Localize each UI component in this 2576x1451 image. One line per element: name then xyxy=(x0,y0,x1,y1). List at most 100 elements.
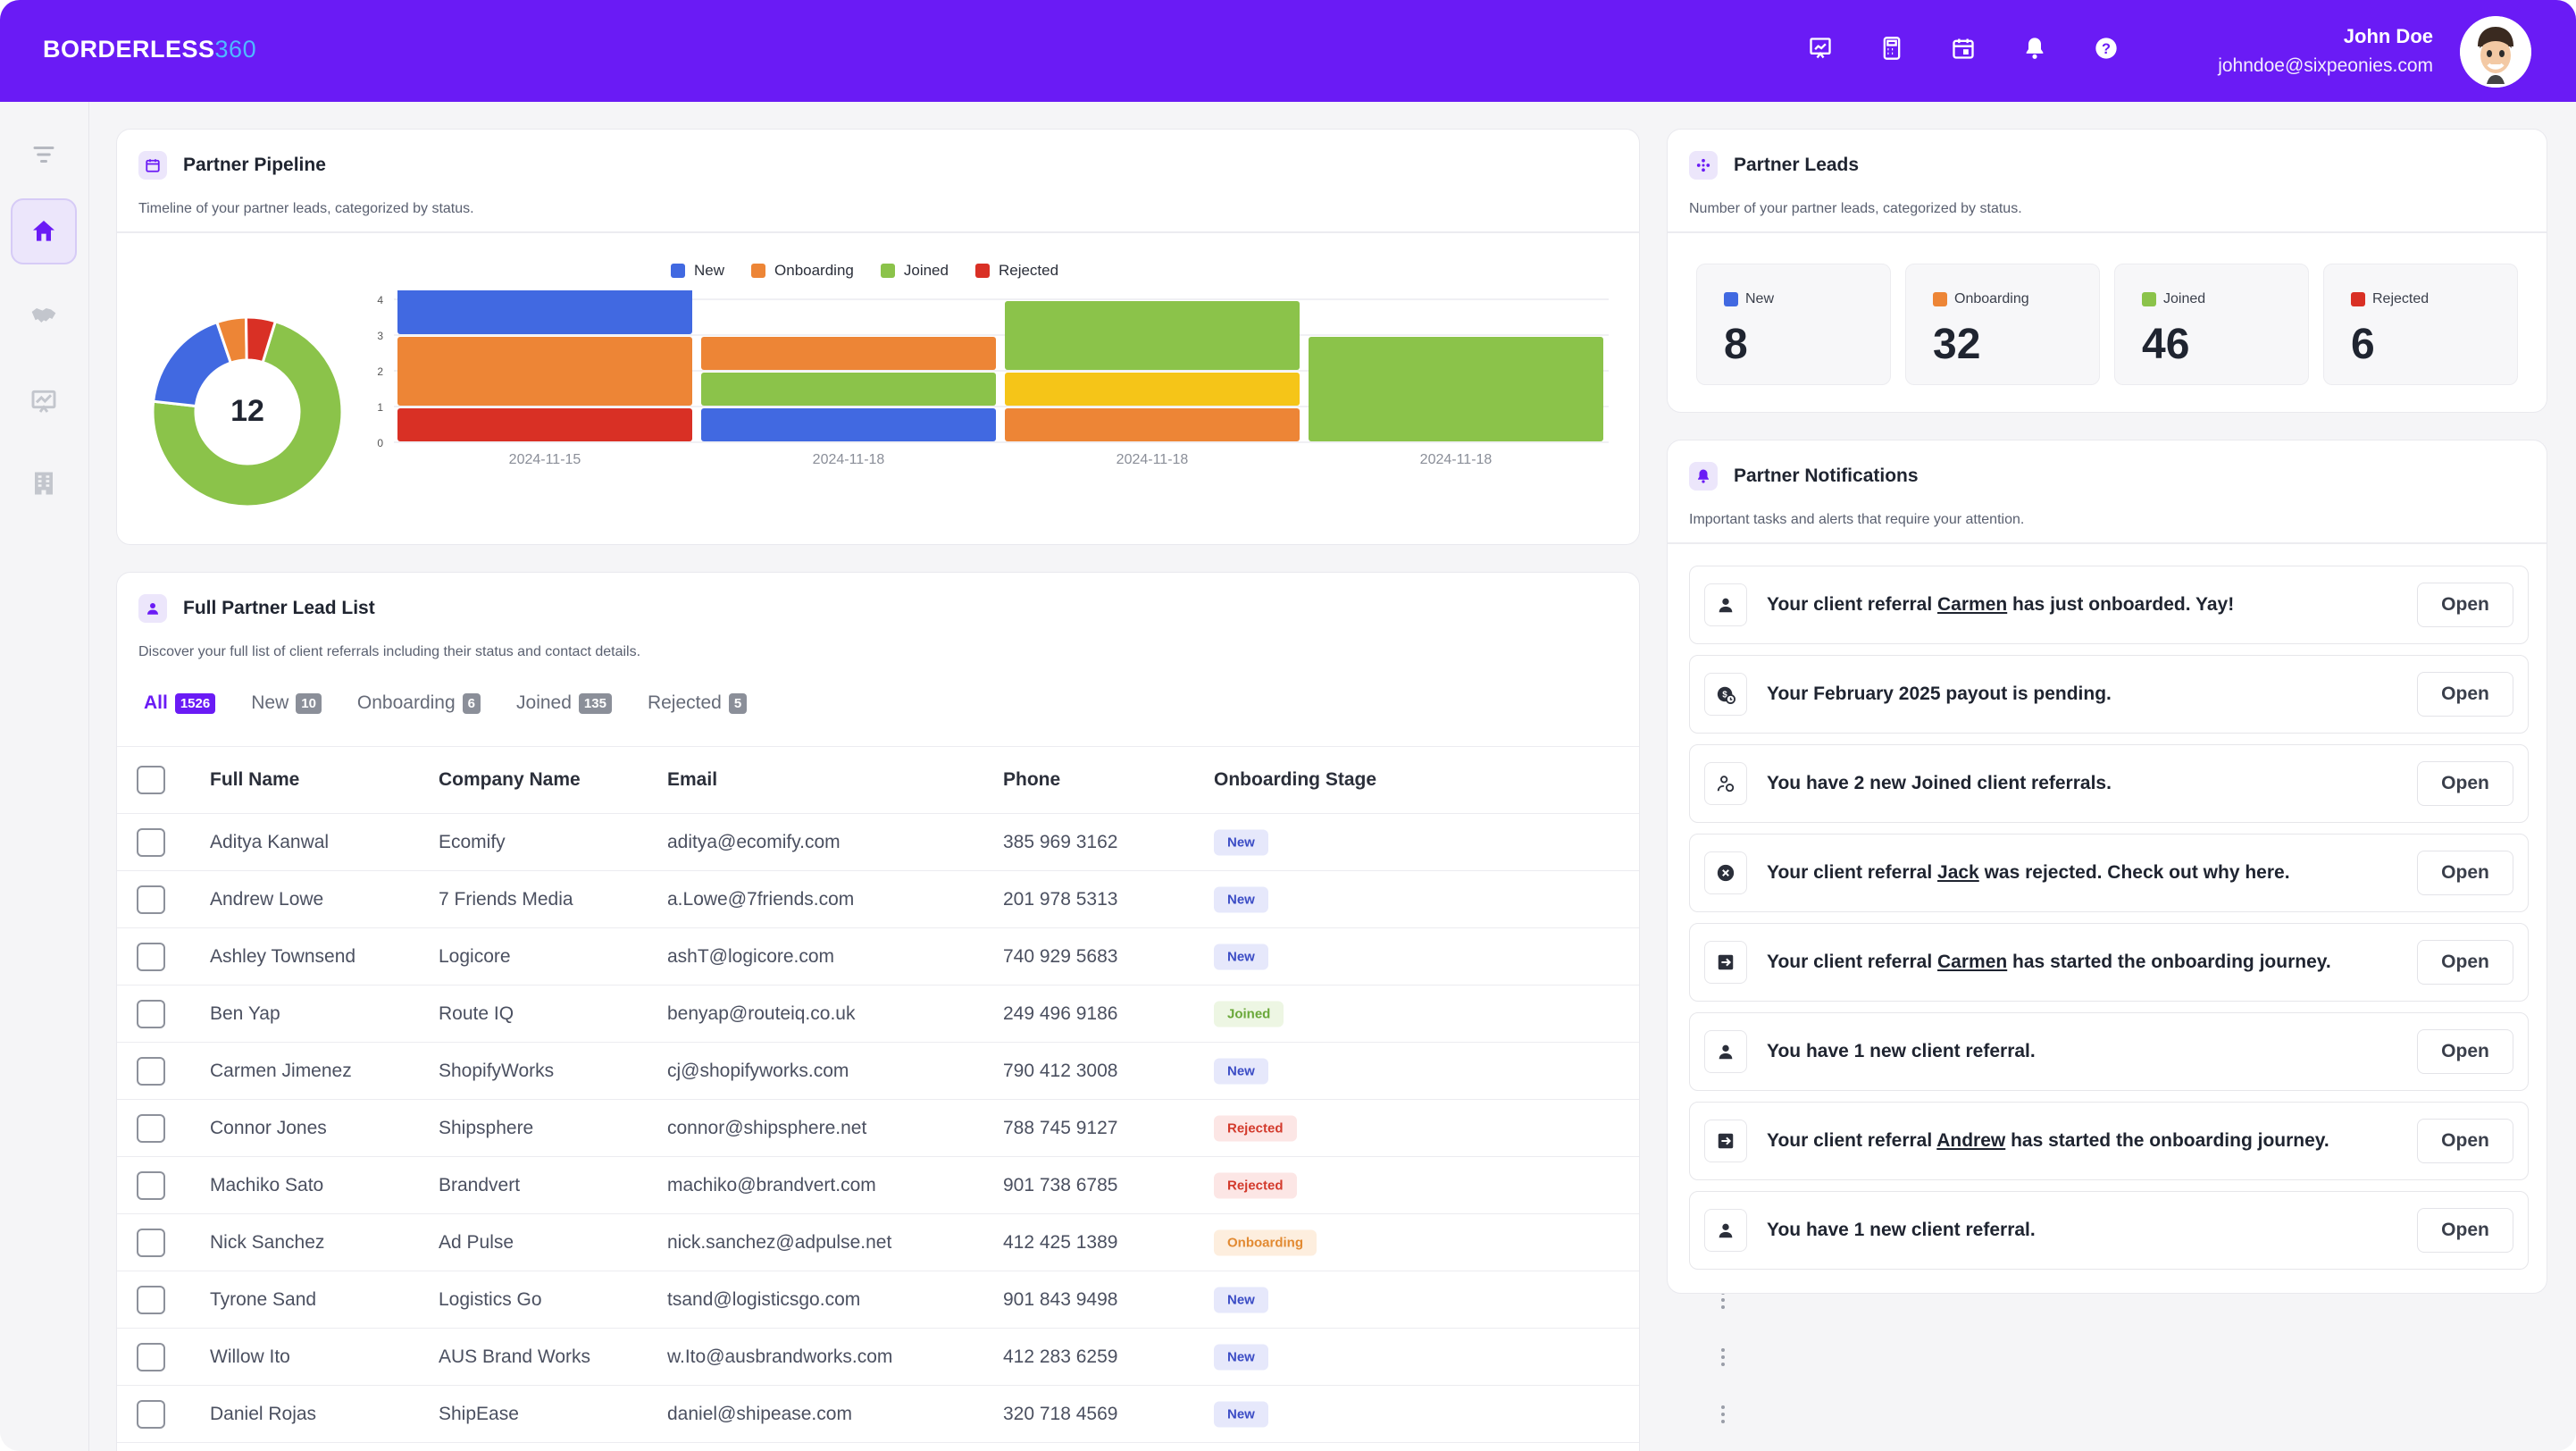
stage-badge-cell: New xyxy=(1214,1344,1268,1370)
open-button[interactable]: Open xyxy=(2417,1208,2513,1253)
filter-icon[interactable] xyxy=(11,122,77,188)
table-row[interactable]: Aditya Kanwal Ecomify aditya@ecomify.com 38… xyxy=(117,814,1725,871)
open-button[interactable]: Open xyxy=(2417,1119,2513,1163)
chart-icon[interactable] xyxy=(11,368,77,434)
column-header[interactable]: Full Name xyxy=(210,769,299,791)
header-actions: ? xyxy=(1804,32,2122,64)
calendar-icon[interactable] xyxy=(1947,32,1979,64)
cell-email: a.Lowe@7friends.com xyxy=(667,888,855,910)
tab-onboarding[interactable]: Onboarding 6 xyxy=(357,692,481,714)
bar-segment-joined xyxy=(701,373,996,406)
column-header[interactable]: Company Name xyxy=(439,769,581,791)
stage-badge-cell: Onboarding xyxy=(1214,1229,1317,1255)
cell-name: Aditya Kanwal xyxy=(210,831,330,852)
row-checkbox[interactable] xyxy=(137,1170,165,1200)
row-menu-icon[interactable] xyxy=(1714,1344,1732,1371)
column-header[interactable]: Onboarding Stage xyxy=(1214,769,1376,791)
user-email: johndoe@sixpeonies.com xyxy=(2218,55,2433,76)
referral-link[interactable]: Carmen xyxy=(1937,952,2007,972)
status-swatch xyxy=(1724,292,1738,306)
presentation-chart-icon[interactable] xyxy=(1804,32,1836,64)
table-row[interactable]: Ben Yap Route IQ benyap@routeiq.co.uk 249 4… xyxy=(117,986,1725,1043)
stat-label-text: Onboarding xyxy=(1954,291,2029,306)
partner-pipeline-card: Partner Pipeline Timeline of your partne… xyxy=(116,129,1640,545)
referral-link[interactable]: Jack xyxy=(1937,862,1979,883)
app-frame: BORDERLESS360 ? John Doe johndoe@sixpeon… xyxy=(0,0,2576,1451)
row-checkbox[interactable] xyxy=(137,1113,165,1143)
row-checkbox[interactable] xyxy=(137,885,165,914)
bar-segment-onboarding xyxy=(397,337,692,406)
x-tick-label: 2024-11-18 xyxy=(1117,452,1189,467)
brand-logo[interactable]: BORDERLESS360 xyxy=(43,36,256,63)
bell-icon[interactable] xyxy=(2019,32,2051,64)
calculator-icon[interactable] xyxy=(1876,32,1908,64)
leads-divider xyxy=(1668,231,2547,233)
home-icon[interactable] xyxy=(11,198,77,264)
notifications-divider xyxy=(1668,542,2547,544)
status-badge: New xyxy=(1214,944,1268,969)
cell-company: Logicore xyxy=(439,945,511,967)
stat-value: 46 xyxy=(2142,321,2190,368)
tab-new[interactable]: New 10 xyxy=(251,692,322,714)
stage-badge-cell: New xyxy=(1214,1287,1268,1313)
user-info[interactable]: John Doe johndoe@sixpeonies.com xyxy=(2218,25,2433,77)
row-checkbox[interactable] xyxy=(137,1228,165,1257)
tab-all[interactable]: All 1526 xyxy=(144,692,216,714)
table-row[interactable]: Ashley Townsend Logicore ashT@logicore.com… xyxy=(117,928,1725,986)
stat-label: Joined xyxy=(2142,291,2205,307)
partner-notifications-card: Partner Notifications Important tasks an… xyxy=(1667,440,2547,1294)
open-button[interactable]: Open xyxy=(2417,940,2513,985)
status-badge: New xyxy=(1214,886,1268,912)
tab-rejected[interactable]: Rejected 5 xyxy=(647,692,748,714)
row-checkbox[interactable] xyxy=(137,1399,165,1429)
x-tick-label: 2024-11-18 xyxy=(1420,452,1493,467)
arrow-enter-icon xyxy=(1704,941,1747,984)
avatar[interactable] xyxy=(2460,16,2531,88)
referral-link[interactable]: Carmen xyxy=(1937,594,2007,615)
legend-label: Joined xyxy=(903,262,949,279)
table-row[interactable]: Carmen Jimenez ShopifyWorks cj@shopifywork… xyxy=(117,1043,1725,1100)
payout-clock-icon: $ xyxy=(1704,673,1747,716)
cell-name: Daniel Rojas xyxy=(210,1403,317,1424)
status-badge: Rejected xyxy=(1214,1115,1297,1141)
open-button[interactable]: Open xyxy=(2417,851,2513,895)
column-header[interactable]: Phone xyxy=(1003,769,1060,791)
table-row[interactable]: Daniel Rojas ShipEase daniel@shipease.com 3… xyxy=(117,1386,1725,1443)
cell-email: tsand@logisticsgo.com xyxy=(667,1288,861,1310)
stage-badge-cell: New xyxy=(1214,1058,1268,1084)
cell-name: Connor Jones xyxy=(210,1117,327,1138)
help-icon[interactable]: ? xyxy=(2090,32,2122,64)
table-row[interactable]: Connor Jones Shipsphere connor@shipsphere.… xyxy=(117,1100,1725,1157)
referral-link[interactable]: Andrew xyxy=(1936,1130,2005,1151)
stage-badge-cell: New xyxy=(1214,829,1268,855)
tab-count: 1526 xyxy=(174,692,216,714)
select-all-checkbox[interactable] xyxy=(137,766,165,794)
leadlist-subtitle: Discover your full list of client referr… xyxy=(138,644,641,659)
row-menu-icon[interactable] xyxy=(1714,1401,1732,1428)
row-checkbox[interactable] xyxy=(137,999,165,1028)
open-button[interactable]: Open xyxy=(2417,672,2513,717)
table-row[interactable]: Andrew Lowe 7 Friends Media a.Lowe@7friend… xyxy=(117,871,1725,928)
open-button[interactable]: Open xyxy=(2417,761,2513,806)
row-checkbox[interactable] xyxy=(137,827,165,857)
tab-joined[interactable]: Joined 135 xyxy=(516,692,612,714)
notification-text: Your client referral Carmen has just onb… xyxy=(1767,594,2235,615)
table-row[interactable]: Tyrone Sand Logistics Go tsand@logisticsgo… xyxy=(117,1271,1725,1329)
open-button[interactable]: Open xyxy=(2417,583,2513,627)
open-button[interactable]: Open xyxy=(2417,1029,2513,1074)
row-checkbox[interactable] xyxy=(137,942,165,971)
bar-segment-new xyxy=(701,408,996,441)
bar-segment-joined xyxy=(1309,337,1603,441)
legend-swatch xyxy=(751,264,766,278)
handshake-icon[interactable] xyxy=(11,282,77,348)
row-checkbox[interactable] xyxy=(137,1285,165,1314)
status-swatch xyxy=(1933,292,1947,306)
table-row[interactable]: Machiko Sato Brandvert machiko@brandvert.c… xyxy=(117,1157,1725,1214)
column-header[interactable]: Email xyxy=(667,769,717,791)
table-row[interactable]: Nick Sanchez Ad Pulse nick.sanchez@adpulse… xyxy=(117,1214,1725,1271)
tab-label: Rejected xyxy=(647,692,722,713)
row-checkbox[interactable] xyxy=(137,1342,165,1371)
row-checkbox[interactable] xyxy=(137,1056,165,1086)
building-icon[interactable] xyxy=(11,450,77,516)
table-row[interactable]: Willow Ito AUS Brand Works w.Ito@ausbrandw… xyxy=(117,1329,1725,1386)
